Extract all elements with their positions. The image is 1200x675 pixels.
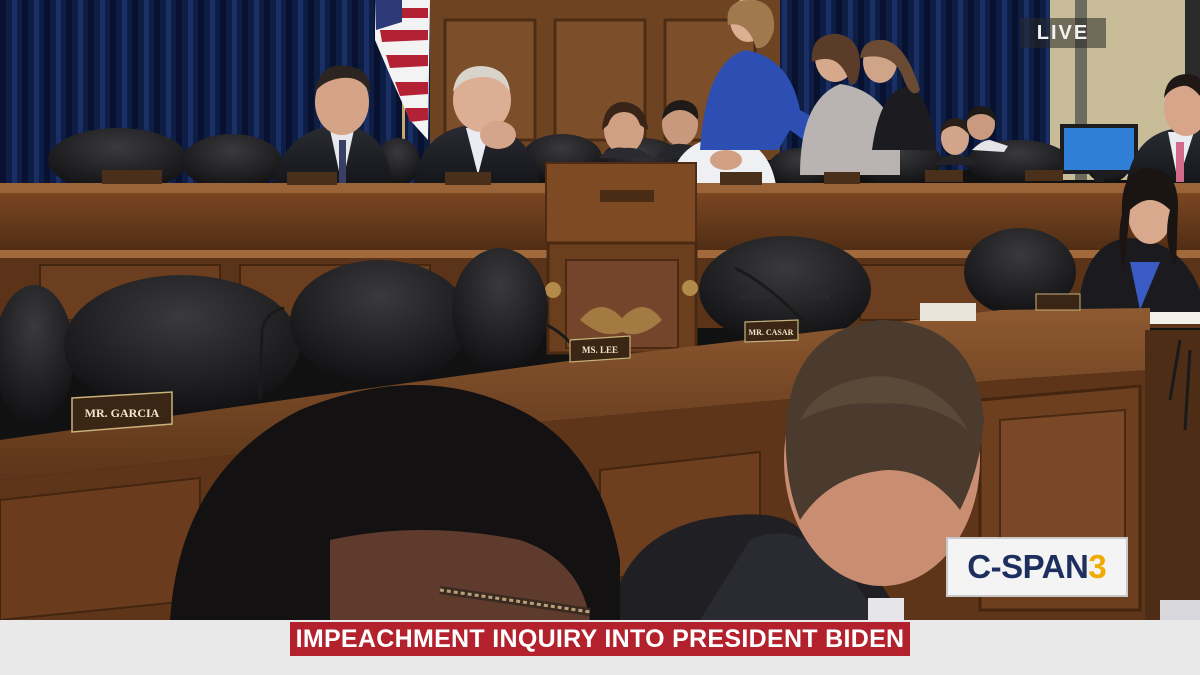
headline-banner: IMPEACHMENT INQUIRY INTO PRESIDENT BIDEN [290, 622, 910, 656]
cspan-brand-text: C-SPAN [967, 548, 1089, 585]
nameplate-mr-casar: MR. CASAR [744, 319, 799, 343]
nameplate-mr-casar-text: MR. CASAR [749, 328, 794, 337]
right-edge-equipment [1145, 330, 1200, 620]
nameplate-ms-lee-text: MS. LEE [582, 345, 618, 355]
chairman-podium [545, 162, 698, 355]
cspan3-logo: C-SPAN 3 [946, 537, 1128, 597]
cspan-channel-number: 3 [1088, 548, 1107, 585]
computer-monitor [1060, 124, 1138, 182]
live-indicator: LIVE [1020, 18, 1106, 48]
nameplate-ms-lee: MS. LEE [569, 335, 631, 363]
nameplate-mr-garcia-text: MR. GARCIA [85, 406, 160, 420]
hearing-video-frame: MR. GARCIA MS. LEE MR. CASAR LIVE C-SPAN… [0, 0, 1200, 675]
